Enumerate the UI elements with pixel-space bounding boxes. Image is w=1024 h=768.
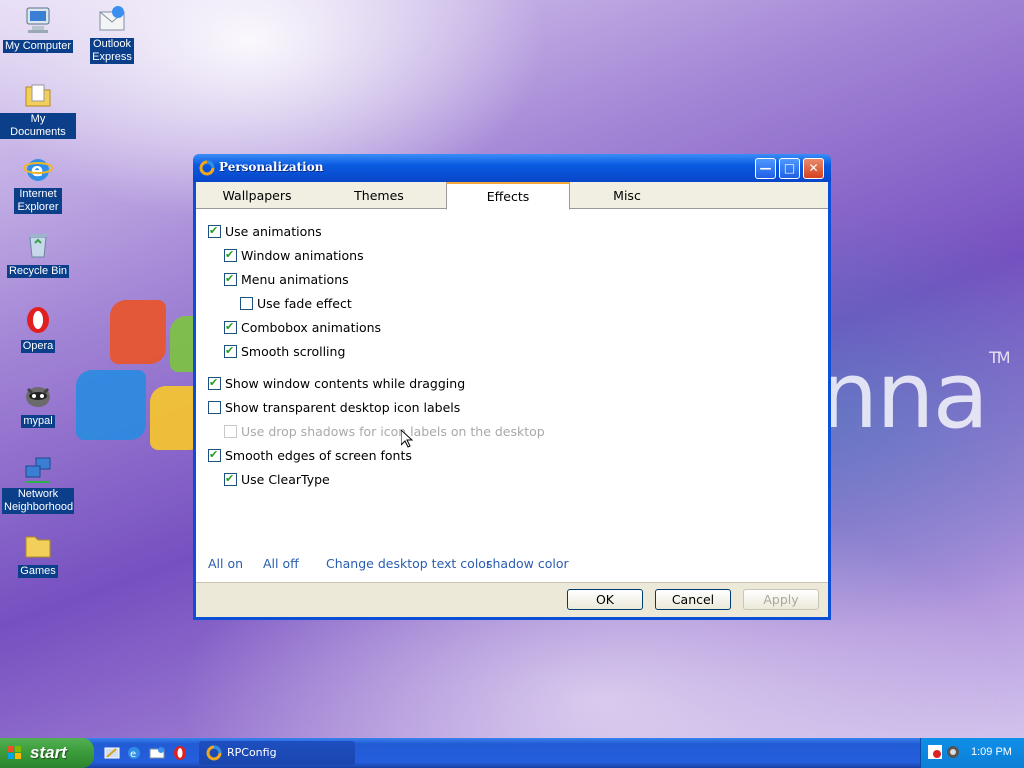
desktop-icon-my-documents[interactable]: My Documents bbox=[0, 79, 76, 139]
shadow-color-link[interactable]: shadow color bbox=[486, 556, 569, 571]
maximize-button[interactable]: □ bbox=[779, 158, 800, 179]
svg-text:e: e bbox=[130, 749, 136, 760]
rpconfig-app-icon bbox=[199, 160, 215, 176]
checkbox[interactable] bbox=[224, 471, 237, 487]
tab-misc[interactable]: Misc bbox=[566, 184, 688, 207]
desktop-icon-opera[interactable]: Opera bbox=[0, 304, 76, 353]
all-off-link[interactable]: All off bbox=[263, 556, 299, 571]
rpconfig-task-icon bbox=[206, 745, 222, 761]
dialog-button-bar: OK Cancel Apply bbox=[196, 582, 828, 617]
network-neighborhood-icon bbox=[22, 454, 54, 486]
close-icon: ✕ bbox=[808, 161, 819, 175]
desktop-icon-internet-explorer[interactable]: e Internet Explorer bbox=[0, 154, 76, 214]
opera-quicklaunch-icon[interactable] bbox=[172, 745, 188, 761]
checkbox[interactable] bbox=[224, 343, 237, 359]
tab-wallpapers[interactable]: Wallpapers bbox=[196, 184, 318, 207]
checkbox[interactable] bbox=[208, 447, 221, 463]
checkbox bbox=[224, 425, 237, 438]
start-button[interactable]: start bbox=[0, 738, 94, 768]
apply-button: Apply bbox=[743, 589, 819, 610]
outlook-quicklaunch-icon[interactable] bbox=[149, 745, 165, 761]
opera-icon bbox=[22, 304, 54, 336]
desktop-icon-my-computer[interactable]: My Computer bbox=[0, 4, 76, 53]
desktop-icon-games[interactable]: Games bbox=[0, 529, 76, 578]
ok-button[interactable]: OK bbox=[567, 589, 643, 610]
mouse-cursor-icon bbox=[401, 430, 413, 448]
minimize-icon: — bbox=[759, 161, 772, 175]
all-on-link[interactable]: All on bbox=[208, 556, 243, 571]
tab-effects[interactable]: Effects bbox=[446, 182, 570, 210]
checkbox[interactable] bbox=[224, 319, 237, 335]
my-documents-icon bbox=[22, 79, 54, 111]
desktop-icon-network-neighborhood[interactable]: Network Neighborhood bbox=[0, 454, 76, 514]
tab-themes[interactable]: Themes bbox=[318, 184, 440, 207]
internet-explorer-icon: e bbox=[22, 154, 54, 186]
checkbox[interactable] bbox=[208, 223, 221, 239]
checkbox[interactable] bbox=[240, 297, 253, 310]
mypal-icon bbox=[22, 379, 54, 411]
checkbox[interactable] bbox=[208, 375, 221, 391]
desktop-icon-outlook-express[interactable]: Outlook Express bbox=[74, 4, 150, 64]
wallpaper-brand-text: nna TM bbox=[820, 342, 1011, 449]
show-desktop-icon[interactable] bbox=[104, 745, 120, 761]
close-button[interactable]: ✕ bbox=[803, 158, 824, 179]
taskbar-clock[interactable]: 1:09 PM bbox=[971, 746, 1012, 758]
desktop-icon-mypal[interactable]: mypal bbox=[0, 379, 76, 428]
change-desktop-text-color-link[interactable]: Change desktop text color bbox=[326, 556, 491, 571]
outlook-express-icon bbox=[96, 4, 128, 36]
my-computer-icon bbox=[22, 4, 54, 36]
checkbox[interactable] bbox=[224, 247, 237, 263]
checkbox[interactable] bbox=[208, 401, 221, 414]
taskbar: start e RPConfig 1:09 PM bbox=[0, 738, 1024, 768]
taskbar-item-rpconfig[interactable]: RPConfig bbox=[199, 741, 355, 765]
windows-flag-icon bbox=[8, 746, 21, 759]
games-folder-icon bbox=[22, 529, 54, 561]
window-title: Personalization bbox=[219, 160, 324, 174]
internet-explorer-quicklaunch-icon[interactable]: e bbox=[126, 745, 142, 761]
window-client-area: Wallpapers Themes Effects Misc Use anima… bbox=[196, 182, 828, 617]
window-titlebar[interactable]: Personalization — □ ✕ bbox=[193, 154, 831, 182]
personalization-window: Personalization — □ ✕ Wallpapers Themes … bbox=[193, 154, 831, 620]
windows-logo-wallpaper bbox=[70, 300, 210, 470]
input-method-tray-icon[interactable] bbox=[927, 744, 943, 760]
tab-strip: Wallpapers Themes Effects Misc bbox=[196, 182, 828, 210]
minimize-button[interactable]: — bbox=[755, 158, 776, 179]
maximize-icon: □ bbox=[783, 161, 796, 175]
recycle-bin-icon bbox=[22, 229, 54, 261]
checkbox[interactable] bbox=[224, 271, 237, 287]
desktop-icon-recycle-bin[interactable]: Recycle Bin bbox=[0, 229, 76, 278]
cancel-button[interactable]: Cancel bbox=[655, 589, 731, 610]
system-tray: 1:09 PM bbox=[920, 738, 1024, 768]
network-tray-icon[interactable] bbox=[945, 744, 961, 760]
